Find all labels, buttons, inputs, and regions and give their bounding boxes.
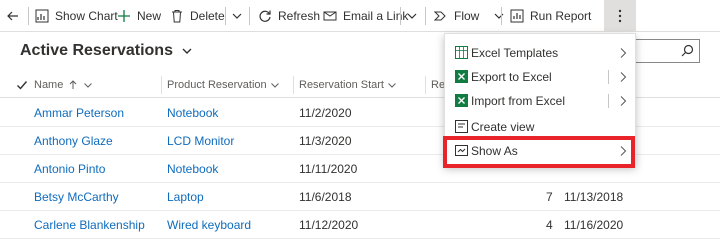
refresh-icon xyxy=(259,10,271,22)
name-link[interactable]: Ammar Peterson xyxy=(34,99,124,127)
new-label: New xyxy=(137,9,162,23)
chevron-down-icon xyxy=(388,83,396,88)
name-link[interactable]: Anthony Glaze xyxy=(34,127,113,155)
menu-item-label: Excel Templates xyxy=(471,46,559,60)
more-vertical-icon xyxy=(618,9,622,23)
flow-icon xyxy=(434,11,446,21)
divider xyxy=(28,7,29,25)
show-chart-label: Show Chart xyxy=(55,9,118,23)
divider xyxy=(400,7,401,25)
start-date-cell: 11/11/2020 xyxy=(299,162,358,176)
product-link[interactable]: LCD Monitor xyxy=(167,127,234,155)
chevron-right-icon xyxy=(620,48,627,58)
view-selector[interactable]: Active Reservations xyxy=(20,42,193,60)
chevron-down-icon xyxy=(232,13,242,19)
product-link[interactable]: Notebook xyxy=(167,99,218,127)
email-dropdown-button[interactable] xyxy=(406,0,418,32)
product-link[interactable]: Laptop xyxy=(167,183,204,211)
chevron-down-icon xyxy=(407,13,417,19)
chart-icon xyxy=(35,9,49,23)
name-link[interactable]: Betsy McCarthy xyxy=(34,183,119,211)
sort-ascending-icon xyxy=(69,80,77,89)
start-date-cell: 11/2/2020 xyxy=(299,106,352,120)
end-date-cell: 11/13/2018 xyxy=(564,190,624,204)
menu-item-export-excel[interactable]: Export to Excel xyxy=(445,66,635,88)
column-header-label: Product Reservation xyxy=(167,79,267,91)
refresh-button[interactable]: Refresh xyxy=(258,0,320,32)
quantity-cell: 7 xyxy=(546,190,553,204)
quantity-cell: 4 xyxy=(546,218,553,232)
menu-item-excel-templates[interactable]: Excel Templates xyxy=(445,42,635,64)
table-row[interactable]: Betsy McCarthy Laptop 11/6/2018 7 11/13/… xyxy=(0,183,720,211)
chevron-down-icon xyxy=(270,83,279,88)
show-chart-button[interactable]: Show Chart xyxy=(35,0,118,32)
search-icon xyxy=(681,44,694,57)
command-bar: Show Chart New Delete Refresh Email a Li… xyxy=(0,0,720,32)
excel-template-icon xyxy=(455,46,468,59)
arrow-left-icon xyxy=(7,11,18,21)
column-header-label: Res xyxy=(431,79,445,91)
divider xyxy=(425,7,426,25)
run-report-button[interactable]: Run Report xyxy=(510,0,615,32)
start-date-cell: 11/6/2018 xyxy=(299,190,352,204)
delete-button[interactable]: Delete xyxy=(170,0,225,32)
column-header-product[interactable]: Product Reservation xyxy=(167,72,292,98)
divider xyxy=(225,7,226,25)
flow-button[interactable]: Flow xyxy=(434,0,505,32)
chevron-right-icon xyxy=(620,72,627,82)
plus-icon xyxy=(118,10,130,22)
trash-icon xyxy=(172,10,182,23)
column-header-label: Name xyxy=(34,79,64,91)
email-link-button[interactable]: Email a Link xyxy=(323,0,408,32)
chevron-down-icon xyxy=(84,83,93,88)
end-date-cell: 11/16/2020 xyxy=(564,218,624,232)
divider xyxy=(608,70,609,84)
menu-item-create-view[interactable]: Create view xyxy=(445,116,635,138)
name-link[interactable]: Antonio Pinto xyxy=(34,155,105,183)
menu-item-label: Create view xyxy=(471,120,535,134)
chevron-right-icon xyxy=(620,96,627,106)
more-commands-button[interactable] xyxy=(604,0,636,32)
menu-item-label: Import from Excel xyxy=(471,94,566,108)
delete-dropdown-button[interactable] xyxy=(231,0,243,32)
excel-icon xyxy=(455,70,468,83)
menu-item-label: Export to Excel xyxy=(471,70,552,84)
refresh-label: Refresh xyxy=(278,9,321,23)
excel-icon xyxy=(455,94,468,107)
email-link-icon xyxy=(323,11,337,21)
column-header-start[interactable]: Reservation Start xyxy=(299,72,424,98)
back-button[interactable] xyxy=(6,0,20,32)
show-as-highlight-box xyxy=(443,136,635,168)
column-header-partial[interactable]: Res xyxy=(431,72,445,98)
column-divider xyxy=(425,76,426,94)
page-title: Active Reservations xyxy=(20,42,173,59)
flow-label: Flow xyxy=(454,9,480,23)
product-link[interactable]: Wired keyboard xyxy=(167,211,251,239)
column-header-name[interactable]: Name xyxy=(34,72,159,98)
divider xyxy=(501,7,502,25)
column-divider xyxy=(293,76,294,94)
run-report-label: Run Report xyxy=(530,9,592,23)
checkmark-icon xyxy=(17,81,28,90)
column-divider xyxy=(161,76,162,94)
name-link[interactable]: Carlene Blankenship xyxy=(34,211,145,239)
chevron-down-icon xyxy=(494,13,504,19)
product-link[interactable]: Notebook xyxy=(167,155,218,183)
table-row[interactable]: Carlene Blankenship Wired keyboard 11/12… xyxy=(0,211,720,239)
delete-label: Delete xyxy=(190,9,225,23)
chevron-down-icon xyxy=(182,48,192,54)
divider xyxy=(608,94,609,108)
create-view-icon xyxy=(455,120,468,133)
column-header-label: Reservation Start xyxy=(299,79,384,91)
email-link-label: Email a Link xyxy=(343,9,409,23)
start-date-cell: 11/12/2020 xyxy=(299,218,359,232)
divider xyxy=(249,7,250,25)
new-button[interactable]: New xyxy=(117,0,161,32)
select-all-checkbox[interactable] xyxy=(16,72,28,98)
menu-item-import-excel[interactable]: Import from Excel xyxy=(445,90,635,112)
report-icon xyxy=(510,9,524,23)
start-date-cell: 11/3/2020 xyxy=(299,134,352,148)
search-input[interactable] xyxy=(630,39,700,63)
